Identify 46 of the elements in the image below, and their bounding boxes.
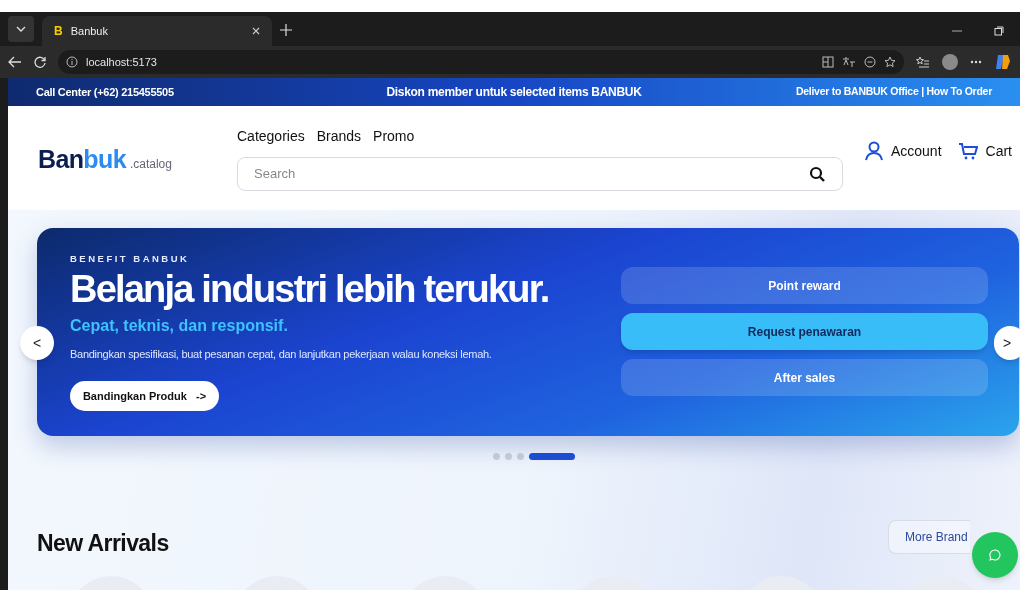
cart-link[interactable]: Cart <box>957 140 1012 162</box>
browser-tab[interactable]: B Banbuk <box>42 16 272 46</box>
info-icon[interactable] <box>66 56 78 68</box>
copilot-icon[interactable] <box>994 53 1012 71</box>
more-icon[interactable] <box>970 60 982 64</box>
delivery-link[interactable]: Deliver to BANBUK Office | How To Order <box>712 84 992 100</box>
search-field[interactable]: Search <box>237 156 843 191</box>
hero-subtitle: Cepat, teknis, dan responsif. <box>70 316 289 337</box>
chevron-down-icon <box>16 26 26 32</box>
benefit-option-button[interactable]: Point reward <box>621 267 988 304</box>
call-center-text: Call Center (+62) 215455505 <box>36 84 175 100</box>
logo[interactable]: Banbuk .catalog <box>38 141 237 179</box>
benefit-option-button[interactable]: After sales <box>621 359 988 396</box>
hero-description: Bandingkan spesifikasi, buat pesanan cepat, dan lanjutkan pekerjaan walau koneksi lemah. <box>70 347 493 363</box>
favorites-icon[interactable] <box>916 56 930 68</box>
compare-products-button[interactable]: Bandingkan Produk -> <box>70 380 219 411</box>
back-icon[interactable] <box>8 56 22 68</box>
address-bar[interactable]: localhost:5173 <box>58 50 904 74</box>
account-link[interactable]: Account <box>864 140 942 162</box>
nav-link[interactable]: Categories <box>237 125 305 147</box>
benefit-option-button[interactable]: Request penawaran <box>621 313 988 350</box>
close-icon[interactable] <box>252 27 260 35</box>
section-title: New Arrivals <box>37 529 170 558</box>
chat-icon <box>989 549 1001 561</box>
tab-title: Banbuk <box>70 23 109 39</box>
hero-eyebrow: BENEFIT BANBUK <box>70 252 191 266</box>
reader-icon[interactable] <box>822 56 834 68</box>
translate-icon[interactable] <box>842 56 856 68</box>
url-text: localhost:5173 <box>86 54 157 70</box>
hero-title: Belanja industri lebih terukur. <box>70 267 550 313</box>
favicon: B <box>54 23 63 40</box>
new-tab-icon[interactable] <box>280 24 292 36</box>
slide-indicator[interactable] <box>529 452 575 460</box>
user-icon <box>864 141 883 161</box>
star-icon[interactable] <box>884 56 896 68</box>
restore-icon[interactable] <box>994 26 1004 36</box>
tab-list-button[interactable] <box>8 16 34 42</box>
previous-slide-button[interactable]: < <box>20 326 54 360</box>
nav-link[interactable]: Brands <box>316 125 362 147</box>
profile-avatar[interactable] <box>942 54 958 70</box>
cart-icon <box>957 141 978 161</box>
nav-link[interactable]: Promo <box>373 125 415 147</box>
more-brand-button[interactable]: More Brand <box>888 520 970 554</box>
promo-text: Diskon member untuk selected items BANBUK <box>385 84 643 101</box>
reload-icon[interactable] <box>34 56 46 68</box>
search-icon[interactable] <box>809 165 825 182</box>
